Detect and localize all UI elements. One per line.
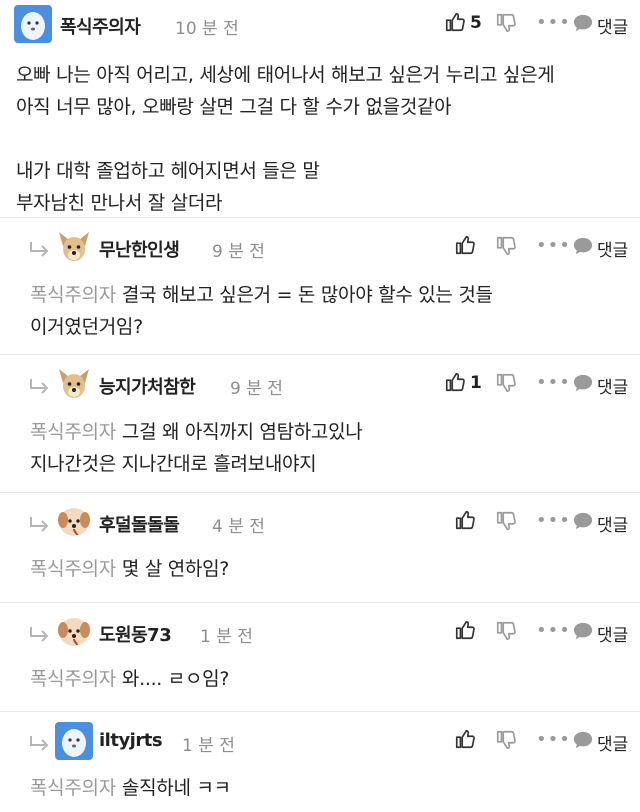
reply-button[interactable]: 댓글 [597, 373, 628, 398]
comment-body: 폭식주의자 그걸 왜 아직까지 염탐하고있나 지나간것은 지나간대로 흘려보내야지 [30, 416, 630, 480]
comment-text: 아직 너무 많아, 오빠랑 살면 그걸 다 할 수가 없을것같아 [16, 96, 452, 118]
comment-text: 부자남친 만나서 잘 살더라 [16, 192, 223, 214]
reply-arrow-icon [28, 240, 52, 258]
mention-tag[interactable]: 폭식주의자 [30, 421, 116, 443]
comment-item: 폭식주의자 10 분 전 5 ••• 댓글 오빠 나는 아직 어리고, 세상에 … [0, 0, 640, 217]
comment-nickname[interactable]: 후덜돌돌돌 [99, 511, 180, 537]
more-dots-icon[interactable]: ••• [536, 731, 571, 749]
comment-header: iltyjrts 1 분 전 ••• 댓글 [0, 712, 640, 764]
speech-bubble-icon[interactable] [572, 236, 594, 256]
thumbs-down-icon[interactable] [495, 12, 517, 34]
speech-bubble-icon[interactable] [572, 730, 594, 750]
comment-text: 내가 대학 졸업하고 헤어지면서 들은 말 [16, 160, 320, 182]
reply-button[interactable]: 댓글 [597, 621, 628, 646]
more-dots-icon[interactable]: ••• [536, 512, 571, 530]
mention-tag[interactable]: 폭식주의자 [30, 668, 116, 690]
comment-body: 오빠 나는 아직 어리고, 세상에 태어나서 해보고 싶은거 누리고 싶은게 아… [16, 59, 632, 219]
comment-time: 9 분 전 [212, 242, 265, 262]
reply-arrow-icon [28, 625, 52, 643]
avatar[interactable] [14, 5, 52, 43]
like-count: 1 [470, 373, 482, 393]
comment-text: 와.... ㄹㅇ임? [121, 668, 230, 690]
like-count: 5 [470, 13, 482, 33]
comment-text: 결국 해보고 싶은거 = 돈 많아야 할수 있는 것들 [121, 284, 493, 306]
thumbs-up-icon[interactable] [454, 234, 476, 256]
comment-nickname[interactable]: iltyjrts [99, 730, 163, 751]
reply-item: 도원동73 1 분 전 ••• 댓글 폭식주의자 와.... ㄹㅇ임? [0, 603, 640, 711]
comment-text: 오빠 나는 아직 어리고, 세상에 태어나서 해보고 싶은거 누리고 싶은게 [16, 64, 555, 86]
thumbs-up-icon[interactable] [444, 11, 466, 33]
reply-button[interactable]: 댓글 [597, 730, 628, 755]
more-dots-icon[interactable]: ••• [536, 374, 571, 392]
thumbs-down-icon[interactable] [495, 372, 517, 394]
comment-time: 1 분 전 [182, 736, 235, 756]
thumbs-up-icon[interactable] [454, 509, 476, 531]
reply-arrow-icon [28, 734, 52, 752]
comment-header: 후덜돌돌돌 4 분 전 ••• 댓글 [0, 493, 640, 545]
avatar[interactable] [55, 722, 93, 760]
reply-button[interactable]: 댓글 [597, 511, 628, 536]
comment-text: 몇 살 연하임? [121, 558, 230, 580]
thumbs-down-icon[interactable] [495, 620, 517, 642]
thumbs-up-icon[interactable] [444, 371, 466, 393]
reply-button[interactable]: 댓글 [597, 236, 628, 261]
reply-button[interactable]: 댓글 [597, 13, 628, 38]
more-dots-icon[interactable]: ••• [536, 14, 571, 32]
comment-text: 그걸 왜 아직까지 염탐하고있나 [121, 421, 363, 443]
comment-header: 능지가처참한 9 분 전 1 ••• 댓글 [0, 355, 640, 407]
reply-item: iltyjrts 1 분 전 ••• 댓글 폭식주의자 솔직하네 ㅋㅋ [0, 712, 640, 812]
comment-nickname[interactable]: 무난한인생 [99, 236, 180, 262]
more-dots-icon[interactable]: ••• [536, 622, 571, 640]
reply-item: 후덜돌돌돌 4 분 전 ••• 댓글 폭식주의자 몇 살 연하임? [0, 493, 640, 602]
comment-text: 솔직하네 ㅋㅋ [121, 777, 231, 799]
thumbs-down-icon[interactable] [495, 510, 517, 532]
comment-header: 도원동73 1 분 전 ••• 댓글 [0, 603, 640, 655]
comment-header: 무난한인생 9 분 전 ••• 댓글 [0, 218, 640, 270]
comment-time: 1 분 전 [200, 627, 253, 647]
comment-time: 10 분 전 [175, 19, 239, 39]
reply-arrow-icon [28, 377, 52, 395]
comment-body: 폭식주의자 결국 해보고 싶은거 = 돈 많아야 할수 있는 것들 이거였던거임? [30, 279, 630, 343]
avatar[interactable] [55, 228, 93, 266]
speech-bubble-icon[interactable] [572, 621, 594, 641]
speech-bubble-icon[interactable] [572, 13, 594, 33]
comment-time: 9 분 전 [230, 379, 283, 399]
thumbs-down-icon[interactable] [495, 235, 517, 257]
thumbs-up-icon[interactable] [454, 619, 476, 641]
reply-item: 능지가처참한 9 분 전 1 ••• 댓글 폭식주의자 그걸 왜 아직까지 염탐하… [0, 355, 640, 492]
comment-nickname[interactable]: 능지가처참한 [99, 373, 196, 399]
avatar[interactable] [55, 613, 93, 651]
reply-arrow-icon [28, 515, 52, 533]
mention-tag[interactable]: 폭식주의자 [30, 777, 116, 799]
avatar[interactable] [55, 365, 93, 403]
comment-header: 폭식주의자 10 분 전 5 ••• 댓글 [0, 0, 640, 52]
speech-bubble-icon[interactable] [572, 373, 594, 393]
reply-item: 무난한인생 9 분 전 ••• 댓글 폭식주의자 결국 해보고 싶은거 = 돈 많… [0, 218, 640, 354]
comment-text: 지나간것은 지나간대로 흘려보내야지 [30, 453, 317, 475]
thumbs-up-icon[interactable] [454, 728, 476, 750]
mention-tag[interactable]: 폭식주의자 [30, 558, 116, 580]
more-dots-icon[interactable]: ••• [536, 237, 571, 255]
comment-body: 폭식주의자 와.... ㄹㅇ임? [30, 663, 630, 695]
avatar[interactable] [55, 503, 93, 541]
comment-text: 이거였던거임? [30, 316, 143, 338]
speech-bubble-icon[interactable] [572, 511, 594, 531]
comment-body: 폭식주의자 솔직하네 ㅋㅋ [30, 772, 630, 804]
comment-nickname[interactable]: 폭식주의자 [60, 13, 141, 39]
comment-body: 폭식주의자 몇 살 연하임? [30, 553, 630, 585]
comment-nickname[interactable]: 도원동73 [99, 621, 172, 647]
thumbs-down-icon[interactable] [495, 729, 517, 751]
comment-time: 4 분 전 [212, 517, 265, 537]
mention-tag[interactable]: 폭식주의자 [30, 284, 116, 306]
